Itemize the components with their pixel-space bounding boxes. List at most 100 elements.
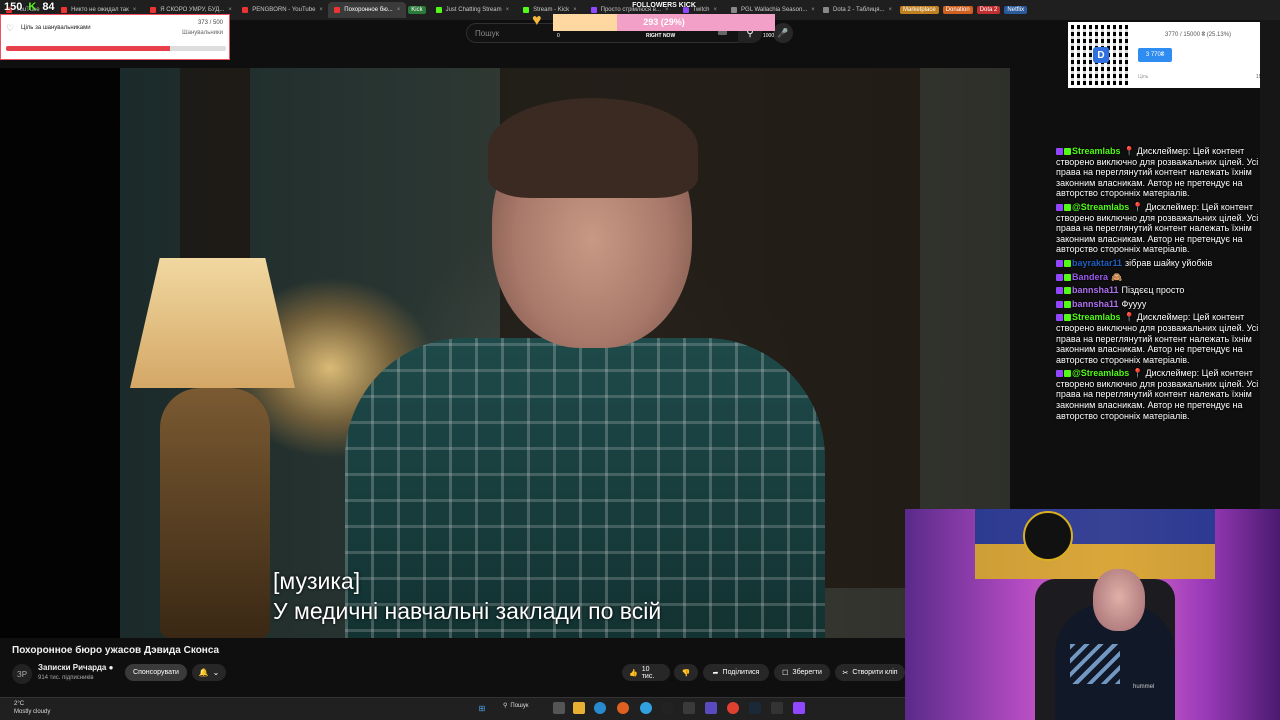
save-button[interactable]: ☐ Зберегти	[774, 664, 830, 681]
followers-min: 0	[557, 33, 560, 39]
clip-button[interactable]: ✂ Створити кліп	[835, 664, 905, 681]
followers-goal-widget: FOLLOWERS KICK 293 (29%) 0 RIGHT NOW 100…	[553, 2, 775, 40]
close-tab-icon[interactable]: ×	[133, 7, 137, 13]
chevron-down-icon: ⌄	[212, 668, 220, 677]
close-tab-icon[interactable]: ×	[228, 7, 232, 13]
chat-message: @Streamlabs 📍 Дисклеймер: Цей контент ство…	[1056, 202, 1276, 255]
thumbs-down-icon: 👎	[681, 669, 691, 677]
lamp-base	[160, 388, 270, 638]
subscriber-count: 914 тис. підписників	[38, 675, 94, 681]
dislike-button[interactable]: 👎	[674, 664, 698, 681]
lamp-shade	[130, 258, 295, 388]
platform-badge-icon	[1056, 300, 1063, 308]
chat-message: bannsha11 Фуууу	[1056, 299, 1276, 310]
flag-backdrop	[975, 509, 1215, 579]
weather-widget[interactable]: 2°C Mostly cloudy	[14, 700, 50, 716]
scissors-icon: ✂	[842, 669, 849, 677]
windows-taskbar	[0, 697, 905, 720]
file-explorer-icon[interactable]	[573, 702, 585, 714]
followers-value: 293 (29%)	[643, 17, 685, 27]
bookmark-pill[interactable]: Netflix	[1004, 6, 1028, 14]
tab-favicon-icon	[242, 7, 249, 13]
followers-now-label: RIGHT NOW	[646, 33, 676, 39]
bookmark-icon: ☐	[782, 669, 789, 677]
bookmark-pill[interactable]: Dota 2	[976, 6, 1001, 14]
bookmark-pill[interactable]: Donation	[942, 6, 973, 14]
edge-icon[interactable]	[594, 702, 606, 714]
tab-label: Похоронное бю...	[344, 7, 393, 13]
mod-badge-icon	[1064, 287, 1071, 295]
search-icon: ⚲	[503, 703, 508, 709]
heart-icon: ♥	[532, 12, 542, 29]
mod-badge-icon	[1064, 260, 1071, 268]
chat-text: зібрав шайку уйобків	[1125, 257, 1213, 268]
start-icon[interactable]: ⊞	[476, 702, 488, 714]
followers-max: 1000	[763, 33, 775, 39]
goal-title: Ціль за шанувальниками	[21, 25, 91, 31]
share-button[interactable]: ➦ Поділитися	[703, 664, 769, 681]
jacket-chevrons	[1070, 644, 1120, 684]
share-label: Поділитися	[722, 669, 760, 676]
chat-username: Streamlabs	[1072, 312, 1121, 323]
subtitle-line-2: У медичні навчальні заклади по всій	[273, 598, 662, 624]
channel-name-text: Записки Ричарда	[38, 663, 107, 672]
goal-progress-bar	[6, 46, 226, 51]
verified-icon: ●	[108, 663, 114, 672]
chat-text: 🙈	[1111, 271, 1123, 282]
chrome-icon[interactable]	[727, 702, 739, 714]
taskbar-search[interactable]: ⚲ Пошук	[503, 702, 529, 710]
platform-badge-icon	[1056, 287, 1063, 295]
browser-tab[interactable]: Dota 2 - Таблиця... ×	[817, 2, 898, 18]
voice-search-button[interactable]: 🎤	[773, 23, 793, 43]
bookmark-pill[interactable]: Marketplace	[900, 6, 939, 14]
chat-message: Bandera 🙈	[1056, 272, 1276, 283]
browser-tab[interactable]: Похоронное бю... ×	[328, 2, 407, 18]
viewer-count: 150	[4, 1, 23, 13]
chat-text: Піздєєц просто	[1121, 285, 1185, 296]
tab-label: Никто не ожидал так	[71, 7, 129, 13]
browser-tab[interactable]: Just Chatting Stream ×	[430, 2, 516, 18]
chat-username: bannsha11	[1072, 298, 1119, 309]
close-tab-icon[interactable]: ×	[506, 7, 510, 13]
video-subtitle: [музика] У медичні навчальні заклади по в…	[273, 566, 661, 626]
like-button[interactable]: 👍 10 тис.	[622, 664, 670, 681]
weather-temp: 2°C	[14, 701, 25, 707]
close-tab-icon[interactable]: ×	[397, 7, 401, 13]
bookmark-pill[interactable]: Kick	[408, 6, 426, 14]
telegram-icon[interactable]	[640, 702, 652, 714]
twitch-icon[interactable]	[793, 702, 805, 714]
window-frame	[180, 68, 250, 268]
close-tab-icon[interactable]: ×	[319, 7, 323, 13]
notifications-button[interactable]: 🔔 ⌄	[192, 664, 226, 681]
platform-badge-icon	[1056, 148, 1063, 156]
close-tab-icon[interactable]: ×	[811, 7, 815, 13]
steam-icon[interactable]	[749, 702, 761, 714]
task-view-icon[interactable]	[553, 702, 565, 714]
app-icon[interactable]	[683, 702, 695, 714]
mod-badge-icon	[1064, 204, 1071, 212]
tab-label: Just Chatting Stream	[445, 7, 502, 13]
platform-badge-icon	[1056, 204, 1063, 212]
video-letterbox	[0, 68, 120, 638]
video-player[interactable]	[120, 68, 1010, 638]
app-icon-2[interactable]	[771, 702, 783, 714]
kick-count: 84	[42, 1, 55, 13]
goal-count: 373 / 500	[197, 20, 223, 26]
discord-icon[interactable]	[705, 702, 717, 714]
tab-favicon-icon	[334, 7, 341, 13]
sponsor-button[interactable]: Спонсорувати	[125, 664, 187, 681]
speaker-hair	[488, 98, 698, 198]
kick-icon: K	[28, 1, 37, 13]
mod-badge-icon	[1064, 148, 1071, 156]
browser-tab[interactable]: PENGBORN - YouTube ×	[236, 2, 326, 18]
tab-label: Dota 2 - Таблиця...	[833, 7, 885, 13]
bell-icon: 🔔	[198, 668, 209, 677]
close-tab-icon[interactable]: ×	[888, 7, 892, 13]
channel-avatar[interactable]: ЗР	[12, 664, 32, 684]
firefox-icon[interactable]	[617, 702, 629, 714]
clip-label: Створити кліп	[852, 669, 898, 676]
goal-subtitle: Шанувальники	[182, 30, 223, 36]
channel-name[interactable]: Записки Ричарда ●	[38, 663, 113, 672]
obs-icon[interactable]	[661, 702, 673, 714]
weather-desc: Mostly cloudy	[14, 709, 51, 715]
